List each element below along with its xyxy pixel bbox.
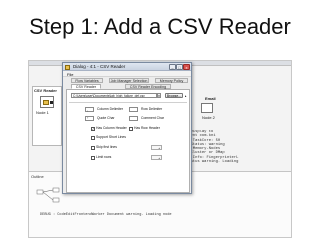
has-column-header-label: Has Column Header	[96, 126, 127, 130]
tab-memory-policy[interactable]: Memory Policy	[155, 78, 188, 83]
has-row-header-checkbox[interactable]	[129, 127, 133, 131]
csv-reader-settings-panel: C:\Users\user\Documents\lab_high_failure…	[66, 89, 190, 193]
quote-char-label: Quote Char	[97, 116, 115, 120]
node-left-sub: Node 1	[36, 110, 49, 115]
has-column-header-checkbox[interactable]: ✓	[91, 127, 95, 131]
comment-char-label: Comment Char	[141, 116, 164, 120]
dialog-menubar: File	[63, 71, 191, 77]
column-delimiter-label: Column Delimiter	[97, 107, 124, 111]
limit-rows-checkbox[interactable]	[91, 156, 95, 160]
csv-reader-dialog: Dialog - 4:1 - CSV Reader – □ x File Flo…	[62, 62, 192, 194]
has-row-header-label: Has Row Header	[134, 126, 160, 130]
divider	[69, 102, 187, 103]
row-delimiter-input[interactable]	[129, 107, 138, 112]
menu-file[interactable]: File	[67, 72, 73, 77]
support-short-lines-checkbox[interactable]	[91, 136, 95, 140]
column-delimiter-input[interactable]: ,	[85, 107, 94, 112]
skip-first-lines-spinner[interactable]: ▴	[151, 145, 162, 150]
path-options-icon[interactable]: ▸	[185, 94, 187, 98]
node-repository-panel: CSV Reader Node 1	[32, 86, 62, 146]
console-tab[interactable]: Outline	[31, 174, 44, 179]
close-icon[interactable]: x	[183, 64, 190, 70]
limit-rows-spinner[interactable]: ▴	[151, 155, 162, 160]
support-short-lines-label: Support Short Lines	[96, 135, 126, 139]
chevron-down-icon[interactable]: ▾	[157, 93, 161, 98]
dialog-app-icon	[65, 64, 70, 70]
node-right-label: Email	[205, 96, 216, 101]
email-node-icon[interactable]	[201, 103, 213, 113]
tab-flow-variables[interactable]: Flow Variables	[71, 78, 103, 83]
skip-first-lines-checkbox[interactable]	[91, 146, 95, 150]
comment-char-input[interactable]	[129, 116, 138, 121]
tab-job-manager-selection[interactable]: Job Manager Selection	[109, 78, 149, 83]
dialog-title: Dialog - 4:1 - CSV Reader	[73, 64, 126, 69]
dialog-titlebar: Dialog - 4:1 - CSV Reader – □ x	[63, 63, 191, 71]
maximize-icon[interactable]: □	[176, 64, 183, 70]
quote-char-input[interactable]: "	[85, 116, 94, 121]
minimize-icon[interactable]: –	[169, 64, 176, 70]
file-path-input[interactable]: C:\Users\user\Documents\lab_high_failure…	[71, 93, 157, 98]
slide-title: Step 1: Add a CSV Reader	[29, 14, 291, 39]
csv-reader-node-icon[interactable]	[40, 96, 54, 108]
skip-first-lines-label: Skip first lines	[96, 145, 117, 149]
limit-rows-label: Limit rows	[96, 155, 112, 159]
node-left-label: CSV Reader	[34, 88, 57, 93]
node-right-sub: Node 2	[202, 115, 215, 120]
browse-button[interactable]: Browse...	[165, 93, 183, 98]
row-delimiter-label: Row Delimiter	[141, 107, 163, 111]
console-bottom-line: DEBUG : CodeEditFrontendWorker Document …	[40, 213, 172, 217]
